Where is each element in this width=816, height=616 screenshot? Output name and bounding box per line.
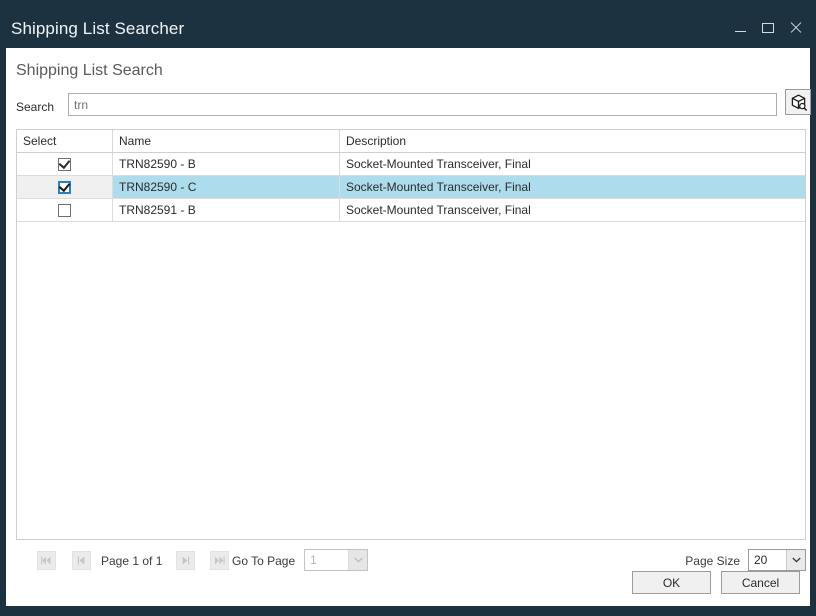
previous-page-icon bbox=[76, 556, 87, 565]
last-page-icon bbox=[214, 556, 225, 565]
check-icon bbox=[59, 179, 71, 191]
application-window: Shipping List Searcher Shipping List Sea… bbox=[0, 0, 816, 616]
table-row[interactable]: TRN82590 - C Socket-Mounted Transceiver,… bbox=[17, 176, 805, 199]
close-icon bbox=[790, 22, 802, 34]
page-size-combobox[interactable]: 20 bbox=[748, 549, 806, 571]
search-button[interactable] bbox=[785, 89, 811, 115]
goto-page-value: 1 bbox=[305, 553, 348, 567]
first-page-icon bbox=[41, 556, 52, 565]
page-size-label: Page Size bbox=[685, 554, 740, 568]
window-controls bbox=[726, 18, 810, 38]
row-checkbox[interactable] bbox=[58, 158, 71, 171]
dialog-body: Shipping List Search Search Select Name … bbox=[6, 48, 810, 606]
next-page-icon bbox=[180, 556, 191, 565]
next-page-button[interactable] bbox=[176, 551, 195, 570]
last-page-button[interactable] bbox=[210, 551, 229, 570]
page-size-value: 20 bbox=[749, 553, 786, 567]
goto-page-combobox[interactable]: 1 bbox=[304, 549, 368, 571]
column-header-select[interactable]: Select bbox=[17, 130, 113, 152]
title-bar: Shipping List Searcher bbox=[0, 0, 816, 48]
check-icon bbox=[59, 156, 71, 168]
dialog-footer: OK Cancel bbox=[632, 571, 800, 594]
page-status: Page 1 of 1 bbox=[101, 554, 162, 568]
table-row[interactable]: TRN82591 - B Socket-Mounted Transceiver,… bbox=[17, 199, 805, 222]
search-label: Search bbox=[16, 100, 54, 114]
goto-page-dropdown-button[interactable] bbox=[348, 550, 367, 570]
row-description-cell: Socket-Mounted Transceiver, Final bbox=[340, 176, 805, 198]
row-name-cell: TRN82590 - C bbox=[113, 176, 340, 198]
row-name-cell: TRN82590 - B bbox=[113, 153, 340, 175]
page-title: Shipping List Search bbox=[16, 62, 163, 80]
previous-page-button[interactable] bbox=[72, 551, 91, 570]
ok-button[interactable]: OK bbox=[632, 571, 711, 594]
goto-page-label: Go To Page bbox=[232, 554, 295, 568]
cancel-button[interactable]: Cancel bbox=[721, 571, 800, 594]
column-header-name[interactable]: Name bbox=[113, 130, 340, 152]
search-input[interactable] bbox=[68, 93, 777, 116]
first-page-button[interactable] bbox=[37, 551, 56, 570]
chevron-down-icon bbox=[354, 557, 363, 563]
row-description-cell: Socket-Mounted Transceiver, Final bbox=[340, 153, 805, 175]
minimize-button[interactable] bbox=[726, 18, 754, 38]
row-description-cell: Socket-Mounted Transceiver, Final bbox=[340, 199, 805, 221]
row-select-cell bbox=[17, 153, 113, 175]
row-checkbox[interactable] bbox=[58, 204, 71, 217]
cube-search-icon bbox=[790, 94, 807, 111]
search-bar: Search bbox=[16, 93, 806, 123]
row-select-cell bbox=[17, 199, 113, 221]
row-name-cell: TRN82591 - B bbox=[113, 199, 340, 221]
row-checkbox[interactable] bbox=[58, 181, 71, 194]
window-title: Shipping List Searcher bbox=[11, 19, 184, 39]
maximize-icon bbox=[762, 23, 774, 33]
close-button[interactable] bbox=[782, 18, 810, 38]
column-header-description[interactable]: Description bbox=[340, 130, 805, 152]
maximize-button[interactable] bbox=[754, 18, 782, 38]
page-size-dropdown-button[interactable] bbox=[786, 550, 805, 570]
chevron-down-icon bbox=[792, 557, 801, 563]
results-grid: Select Name Description TRN82590 - B Soc… bbox=[16, 129, 806, 540]
row-select-cell bbox=[17, 176, 113, 198]
table-row[interactable]: TRN82590 - B Socket-Mounted Transceiver,… bbox=[17, 153, 805, 176]
minimize-icon bbox=[735, 31, 746, 32]
grid-header-row: Select Name Description bbox=[17, 130, 805, 153]
